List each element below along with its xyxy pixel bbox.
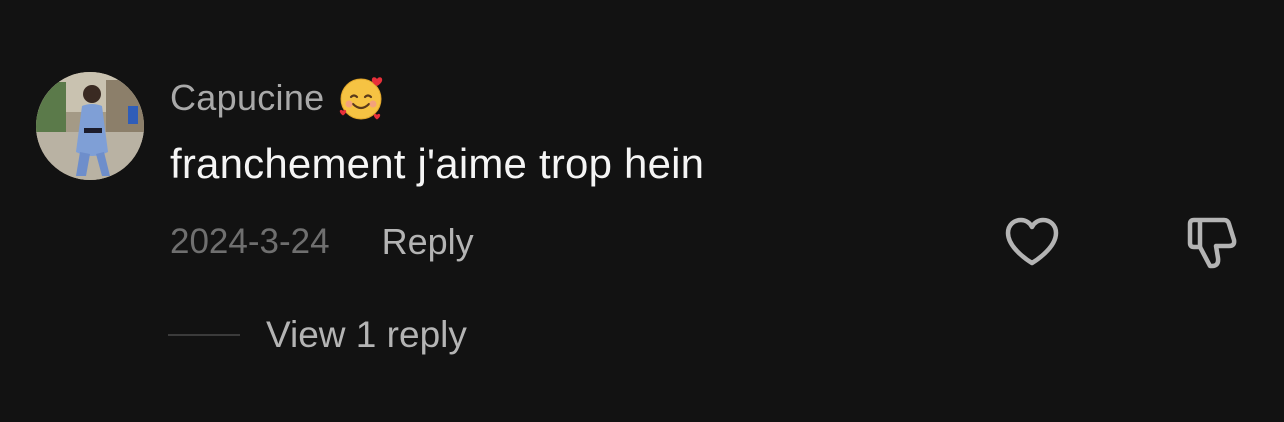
- dislike-button[interactable]: [1182, 214, 1242, 272]
- timestamp: 2024-3-24: [170, 222, 330, 261]
- username[interactable]: Capucine: [170, 77, 325, 119]
- heart-outline-icon: [1005, 217, 1059, 266]
- smiling-face-with-hearts-icon: [337, 73, 387, 123]
- username-row: Capucine: [170, 74, 387, 122]
- avatar-image: [36, 72, 144, 180]
- thumbs-down-outline-icon: [1187, 217, 1237, 269]
- divider: [168, 334, 240, 336]
- comment-meta: 2024-3-24 Reply: [170, 220, 474, 264]
- reply-button[interactable]: Reply: [382, 221, 474, 263]
- comment-text: franchement j'aime trop hein: [170, 140, 705, 187]
- like-button[interactable]: [1002, 216, 1062, 270]
- view-replies-button[interactable]: View 1 reply: [266, 314, 467, 356]
- avatar[interactable]: [36, 72, 144, 180]
- view-replies-row: View 1 reply: [168, 312, 467, 358]
- comment-item: Capucine franchement j'aime trop hein 20…: [0, 0, 1284, 422]
